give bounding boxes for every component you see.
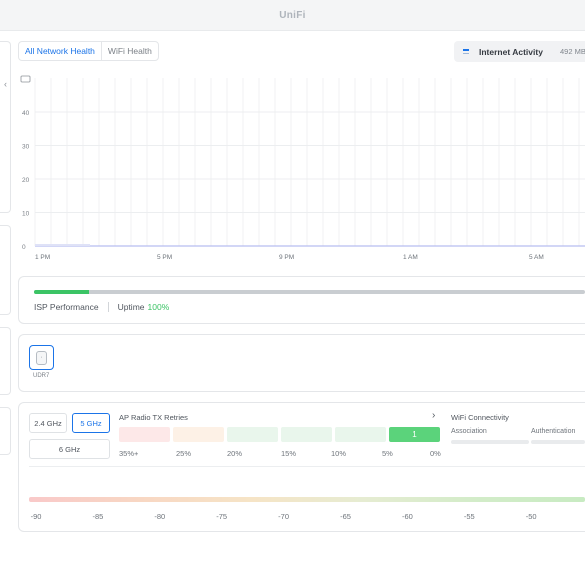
authentication-label: Authentication bbox=[531, 428, 576, 435]
retry-axis-label: 0% bbox=[430, 449, 441, 458]
retries-title: AP Radio TX Retries bbox=[119, 413, 188, 422]
retry-axis-label: 5% bbox=[382, 449, 393, 458]
isp-performance-label[interactable]: ISP Performance bbox=[34, 302, 99, 312]
devices-card bbox=[18, 334, 585, 392]
retry-segment: 1 bbox=[389, 427, 440, 442]
uptime-value: 100% bbox=[147, 302, 170, 312]
y-tick-label: 20 bbox=[22, 177, 30, 184]
retry-axis-label: 35%+ bbox=[119, 449, 139, 458]
x-tick-label: 9 PM bbox=[279, 254, 294, 261]
x-tick-label: 1 PM bbox=[35, 254, 50, 261]
x-tick-label: 1 AM bbox=[403, 254, 418, 261]
chart-icon bbox=[20, 75, 31, 83]
activity-amount: 492 MB bbox=[560, 47, 585, 56]
signal-strength-bar bbox=[29, 497, 585, 502]
uptime-progress-fill bbox=[34, 290, 90, 294]
association-bar bbox=[451, 440, 529, 444]
isp-card bbox=[18, 276, 585, 324]
x-tick-label: 5 AM bbox=[529, 254, 544, 261]
internet-activity-selector[interactable]: Internet Activity 492 MB bbox=[454, 41, 585, 62]
uptime-progress-bar bbox=[34, 290, 585, 294]
left-panel-card[interactable] bbox=[0, 327, 11, 395]
y-tick-label: 0 bbox=[22, 244, 26, 251]
retry-segment bbox=[281, 427, 332, 442]
retry-segment bbox=[335, 427, 386, 442]
series-area bbox=[35, 244, 90, 246]
retry-axis-label: 20% bbox=[227, 449, 243, 458]
left-panel-card[interactable] bbox=[0, 225, 11, 315]
band-6ghz-button[interactable]: 6 GHz bbox=[29, 439, 110, 459]
signal-axis-label: -75 bbox=[216, 512, 228, 521]
y-tick-label: 30 bbox=[22, 144, 30, 151]
band-2-4ghz-button[interactable]: 2.4 GHz bbox=[29, 413, 67, 433]
left-panel-card[interactable] bbox=[0, 41, 11, 213]
signal-axis-label: -70 bbox=[278, 512, 290, 521]
tab-wifi-health[interactable]: WiFi Health bbox=[100, 42, 158, 60]
x-tick-label: 5 PM bbox=[157, 254, 172, 261]
uptime-label: Uptime bbox=[117, 302, 145, 312]
chevron-right-icon[interactable]: › bbox=[432, 410, 435, 421]
retry-segment bbox=[227, 427, 278, 442]
signal-axis-label: -85 bbox=[92, 512, 104, 521]
y-tick-label: 10 bbox=[22, 211, 30, 218]
activity-label: Internet Activity bbox=[479, 46, 543, 57]
retry-axis-label: 10% bbox=[331, 449, 347, 458]
window-titlebar: UniFi bbox=[0, 0, 585, 31]
signal-axis-label: -60 bbox=[401, 512, 413, 521]
app-title: UniFi bbox=[279, 9, 306, 21]
chart-svg: 40 30 20 10 0 1 PM 5 PM 9 PM 1 AM 5 AM bbox=[20, 75, 585, 261]
signal-axis-label: -65 bbox=[340, 512, 351, 521]
wifi-connectivity-title: WiFi Connectivity bbox=[451, 413, 509, 422]
device-name: UDR7 bbox=[33, 373, 50, 379]
signal-axis-label: -55 bbox=[463, 512, 475, 521]
router-icon: · bbox=[36, 350, 47, 365]
authentication-bar bbox=[531, 440, 585, 444]
y-tick-label: 40 bbox=[22, 110, 30, 117]
retry-segment bbox=[173, 427, 224, 442]
association-label: Association bbox=[451, 428, 487, 435]
signal-axis-label: -50 bbox=[525, 512, 537, 521]
divider bbox=[29, 466, 585, 467]
activity-icon bbox=[463, 49, 471, 54]
retry-segment bbox=[119, 427, 170, 442]
retry-axis-label: 15% bbox=[281, 449, 297, 458]
retry-axis-label: 25% bbox=[176, 449, 192, 458]
device-udr7[interactable]: · bbox=[29, 345, 54, 370]
tab-all-network-health[interactable]: All Network Health bbox=[19, 42, 101, 60]
internet-activity-chart: 40 30 20 10 0 1 PM 5 PM 9 PM 1 AM 5 AM bbox=[18, 70, 585, 270]
band-5ghz-button[interactable]: 5 GHz bbox=[72, 413, 110, 433]
collapse-left-icon[interactable]: ‹ bbox=[4, 79, 7, 89]
left-panel-card[interactable] bbox=[0, 407, 11, 455]
signal-axis-label: -80 bbox=[154, 512, 166, 521]
isp-summary: ISP Performance Uptime 100% bbox=[34, 302, 169, 312]
health-tabs: All Network Health WiFi Health bbox=[18, 41, 159, 61]
signal-axis-label: -90 bbox=[30, 512, 42, 521]
divider bbox=[107, 302, 109, 312]
